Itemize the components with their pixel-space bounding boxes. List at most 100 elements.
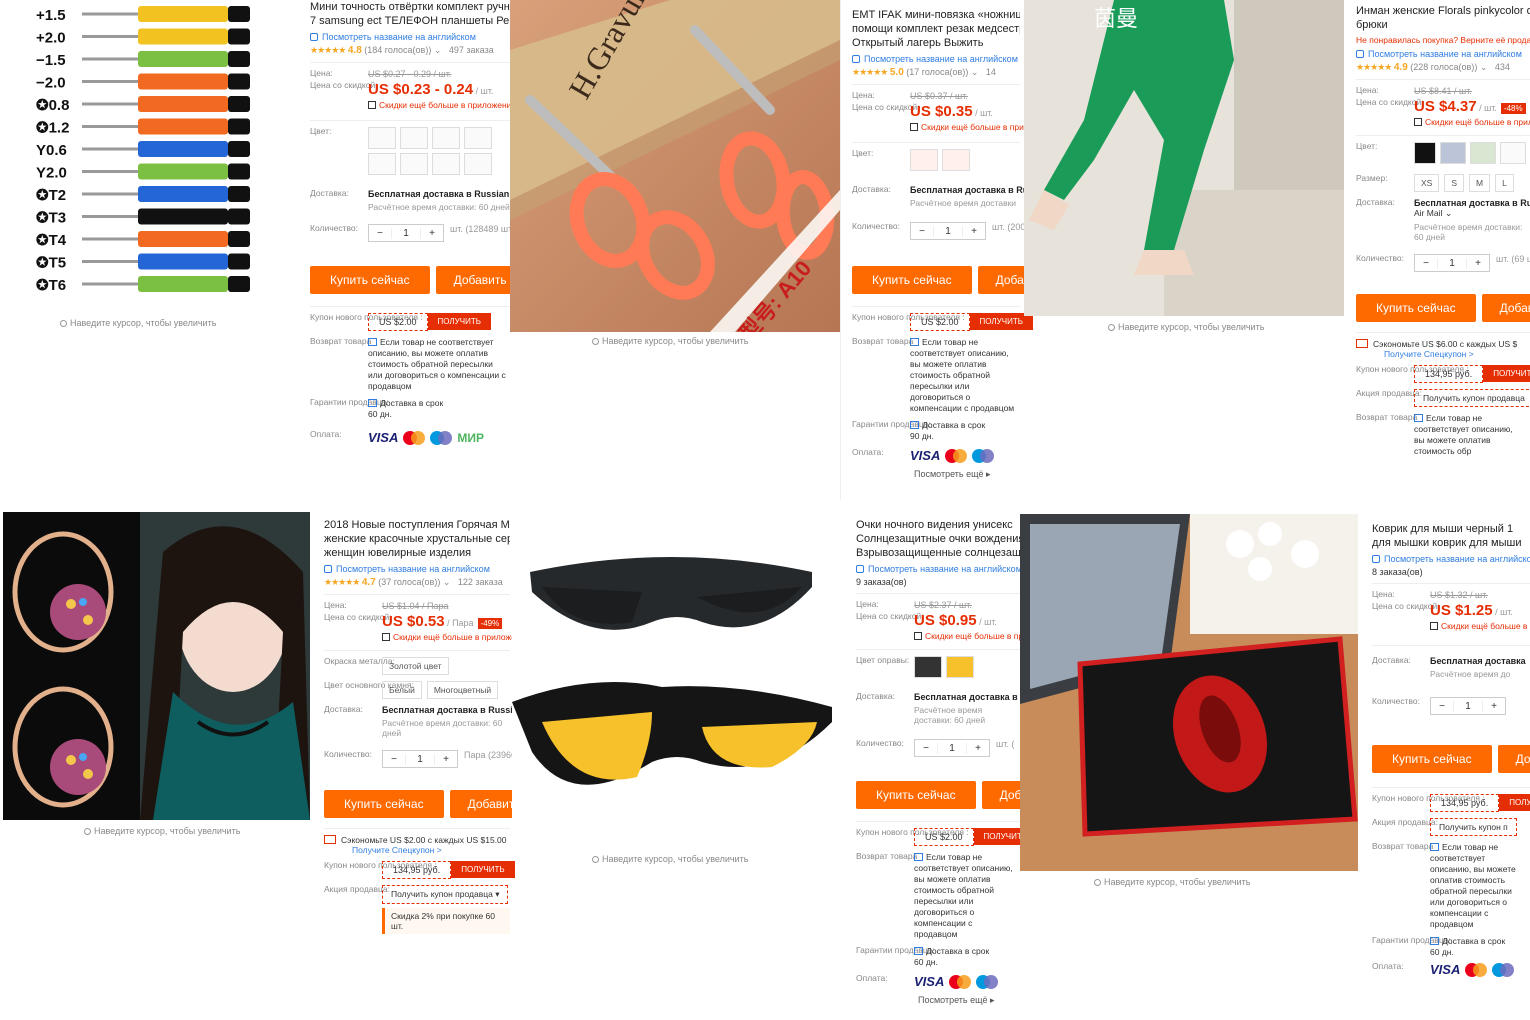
product-title-line[interactable]: женщин ювелирные изделия xyxy=(324,546,510,560)
bulk-discount-link[interactable]: Скидки ещё больше в приложении xyxy=(1414,117,1530,127)
product-image-mousepad[interactable] xyxy=(1020,514,1358,871)
product-image-pants[interactable]: 茵曼 xyxy=(1024,0,1344,316)
product-image-glasses[interactable] xyxy=(512,512,840,848)
translate-link[interactable]: Посмотреть название на английском xyxy=(1356,49,1530,59)
bulk-discount-link[interactable]: Скидки ещё больше в приложении xyxy=(914,631,1062,641)
bulk-discount-link[interactable]: Скидки ещё больше в приложении xyxy=(910,122,1058,132)
product-title-line[interactable]: Мини точность отвёртки комплект ручной xyxy=(310,0,510,14)
color-swatch[interactable] xyxy=(1414,142,1436,164)
size-option[interactable]: M xyxy=(1469,174,1491,192)
get-coupon-button[interactable]: ПОЛУЧИТЬ xyxy=(451,861,515,878)
product-title-line[interactable]: 2018 Новые поступления Горячая Мода xyxy=(324,518,510,532)
quantity-stepper[interactable]: −1 + xyxy=(914,739,990,757)
color-swatch[interactable] xyxy=(942,149,970,171)
decrement-button[interactable]: − xyxy=(915,743,937,754)
decrement-button[interactable]: − xyxy=(1415,258,1437,269)
product-title-line[interactable]: брюки xyxy=(1356,18,1530,32)
product-title-line[interactable]: женские красочные хрустальные серьги xyxy=(324,532,510,546)
special-coupon-link[interactable]: Получите Спецкупон > xyxy=(1384,349,1530,359)
buy-now-button[interactable]: Купить сейчас xyxy=(856,781,976,809)
buy-now-button[interactable]: Купить сейчас xyxy=(310,266,430,294)
decrement-button[interactable]: − xyxy=(1431,701,1453,712)
increment-button[interactable]: + xyxy=(435,754,457,765)
increment-button[interactable]: + xyxy=(1467,258,1489,269)
color-swatch[interactable] xyxy=(368,127,396,149)
size-option[interactable]: S xyxy=(1444,174,1465,192)
translate-link[interactable]: Посмотреть название на английском xyxy=(856,564,1022,574)
shipping-method[interactable]: Бесплатная доставка в Russian Federation xyxy=(1414,198,1530,208)
increment-button[interactable]: + xyxy=(1483,701,1505,712)
color-swatch[interactable] xyxy=(910,149,938,171)
special-coupon-link[interactable]: Получите Спецкупон > xyxy=(352,845,510,855)
product-title-line[interactable]: Взрывозащищенные солнцезащитные xyxy=(856,546,1020,560)
increment-button[interactable]: + xyxy=(421,228,443,239)
buy-now-button[interactable]: Купить сейчас xyxy=(852,266,972,294)
quantity-stepper[interactable]: −1 + xyxy=(1414,254,1490,272)
bulk-discount-link[interactable]: Скидки ещё больше в приложении xyxy=(382,632,530,642)
translate-link[interactable]: Посмотреть название на английском xyxy=(852,54,1020,64)
color-swatch[interactable] xyxy=(400,153,428,175)
product-title-line[interactable]: помощи комплект резак медсестра xyxy=(852,22,1020,36)
get-coupon-button[interactable]: ПОЛУЧИТЬ xyxy=(1483,365,1530,382)
color-swatch[interactable] xyxy=(464,127,492,149)
buy-now-button[interactable]: Купить сейчас xyxy=(1356,294,1476,322)
stone-option[interactable]: Многоцветный xyxy=(426,681,499,699)
truck-icon xyxy=(368,399,377,407)
decrement-button[interactable]: − xyxy=(369,228,391,239)
stone-option[interactable]: Белый xyxy=(382,681,422,699)
seller-coupon-select[interactable]: Получить купон п xyxy=(1430,818,1517,836)
translate-link[interactable]: Посмотреть название на английском xyxy=(324,564,510,574)
product-title-line[interactable]: Очки ночного видения унисекс xyxy=(856,518,1020,532)
color-swatch[interactable] xyxy=(432,127,460,149)
color-swatch[interactable] xyxy=(368,153,396,175)
translate-link[interactable]: Посмотреть название на английском xyxy=(1372,554,1530,564)
metal-option[interactable]: Золотой цвет xyxy=(382,657,449,675)
size-option[interactable]: XS xyxy=(1414,174,1440,192)
get-coupon-button[interactable]: ПОЛУЧИТЬ xyxy=(427,313,491,330)
seller-coupon-select[interactable]: Получить купон продавца ▾ xyxy=(382,885,509,904)
product-title-line[interactable]: Солнцезащитные очки вождения xyxy=(856,532,1020,546)
color-swatch[interactable] xyxy=(1500,142,1526,164)
add-to-cart-button[interactable]: Добавить xyxy=(1497,745,1530,773)
coupon-icon xyxy=(1356,339,1368,348)
product-image-screwdrivers[interactable]: +1.5 +2.0 −1.5 −2.0 ✪0.8 ✪1.2 Y0.6 Y2.0 ✪T2 ✪T3 ✪T… xyxy=(30,0,260,310)
color-swatch[interactable] xyxy=(400,127,428,149)
increment-button[interactable]: + xyxy=(963,226,985,237)
buy-now-button[interactable]: Купить сейчас xyxy=(324,790,444,818)
return-notice[interactable]: Не понравилась покупка? Верните её прода… xyxy=(1356,35,1530,45)
color-swatch[interactable] xyxy=(946,656,974,678)
see-more-link[interactable]: Посмотреть ещё ▸ xyxy=(918,995,1020,1006)
decrement-button[interactable]: − xyxy=(383,754,405,765)
see-more-link[interactable]: Посмотреть ещё ▸ xyxy=(914,469,1020,480)
product-title-line[interactable]: Коврик для мыши черный 1 xyxy=(1372,522,1530,536)
product-title-line[interactable]: 7 samsung ect ТЕЛЕФОН планшеты Ремонт xyxy=(310,14,510,28)
buy-now-button[interactable]: Купить сейчас xyxy=(1372,745,1492,773)
get-coupon-button[interactable]: ПОЛУЧИТЬ xyxy=(1499,794,1530,811)
product-title-line[interactable]: EMT IFAK мини-повязка «ножницы» xyxy=(852,8,1020,22)
translate-link[interactable]: Посмотреть название на английском xyxy=(310,32,510,42)
product-image-scissors[interactable]: H.Gravure 型号: A10 xyxy=(510,0,840,332)
quantity-stepper[interactable]: −1 + xyxy=(1430,697,1506,715)
quantity-stepper[interactable]: −1 + xyxy=(382,750,458,768)
increment-button[interactable]: + xyxy=(967,743,989,754)
screwdriver-item: ✪0.8 xyxy=(36,96,250,114)
quantity-stepper[interactable]: −1 + xyxy=(910,222,986,240)
product-title-line[interactable]: Инман женские Florals pinkycolor о xyxy=(1356,4,1530,18)
product-title-line[interactable]: Открытый лагерь Выжить xyxy=(852,36,1020,50)
product-image-earrings[interactable] xyxy=(3,512,310,820)
shipping-method[interactable]: Бесплатная доставка xyxy=(1430,656,1526,666)
color-swatch[interactable] xyxy=(464,153,492,175)
bulk-discount-link[interactable]: Скидки ещё больше в приложении xyxy=(368,100,516,110)
size-option[interactable]: L xyxy=(1495,174,1514,192)
color-swatch[interactable] xyxy=(432,153,460,175)
add-to-cart-button[interactable]: Добавить xyxy=(1481,294,1530,322)
mastercard-icon xyxy=(403,430,426,445)
bulk-discount-link[interactable]: Скидки ещё больше в приложении xyxy=(1430,621,1530,631)
product-title-line[interactable]: для мышки коврик для мыши xyxy=(1372,536,1530,550)
color-swatch[interactable] xyxy=(1470,142,1496,164)
color-swatch[interactable] xyxy=(1440,142,1466,164)
color-swatch[interactable] xyxy=(914,656,942,678)
quantity-stepper[interactable]: −1 + xyxy=(368,224,444,242)
seller-coupon-select[interactable]: Получить купон продавца xyxy=(1414,389,1530,407)
decrement-button[interactable]: − xyxy=(911,226,933,237)
